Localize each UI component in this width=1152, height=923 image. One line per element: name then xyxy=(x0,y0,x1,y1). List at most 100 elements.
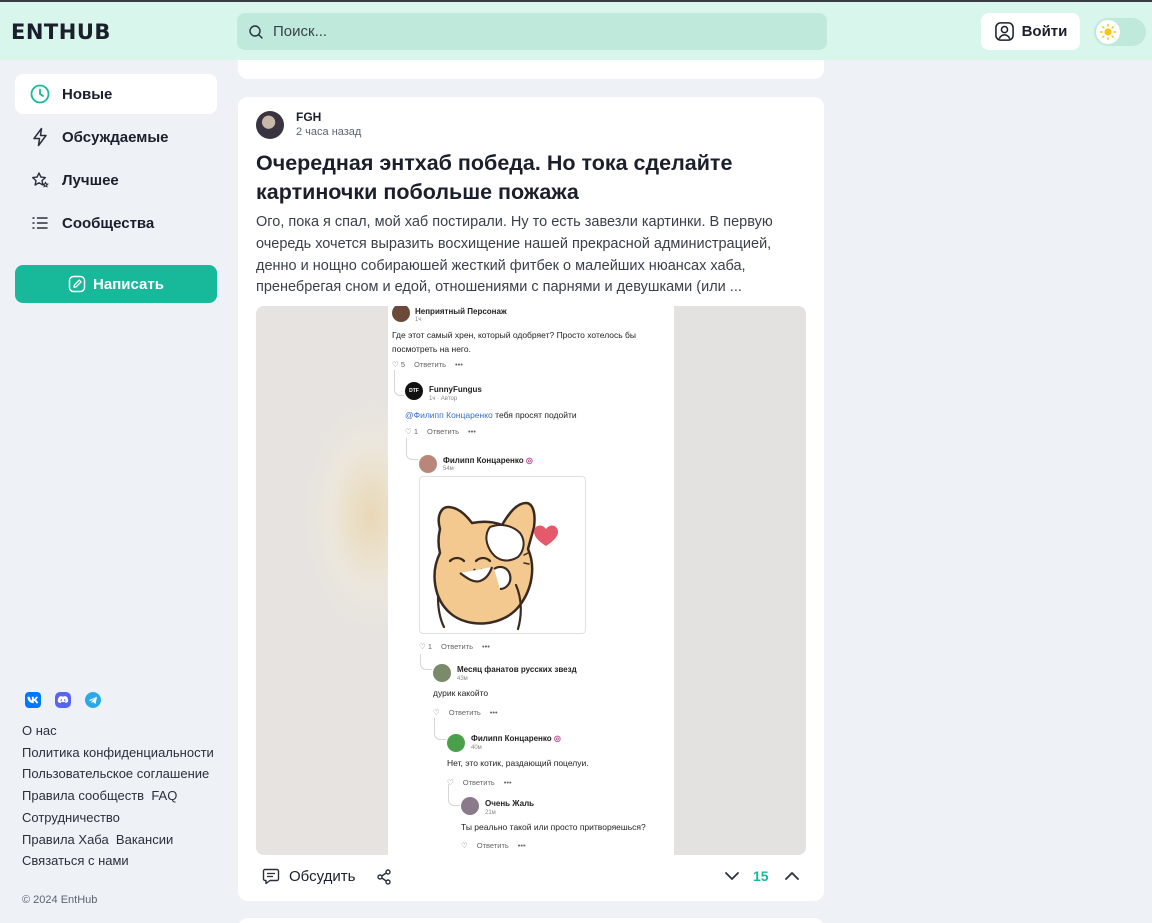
reply-link: Ответить xyxy=(462,778,495,787)
comments-screenshot: Неприятный Персонаж 1ч Где этот самый хр… xyxy=(388,306,674,855)
more-icon: ••• xyxy=(468,427,476,436)
screenshot-comment: Неприятный Персонаж 1ч Где этот самый хр… xyxy=(388,306,674,376)
vk-icon[interactable] xyxy=(25,692,41,708)
heart-icon: ♡ 1 xyxy=(419,642,432,651)
sidebar-item-discussed[interactable]: Обсуждаемые xyxy=(15,117,217,157)
more-icon: ••• xyxy=(482,642,490,651)
comment-text: @Филипп Концаренко тебя просят подойти xyxy=(405,410,577,420)
screenshot-comment: Очень Жаль 21м Ты реально такой или прос… xyxy=(460,794,674,855)
thread-line xyxy=(448,784,460,806)
write-post-button[interactable]: Написать xyxy=(15,265,217,303)
comment-actions: ♡ 1 Ответить ••• xyxy=(418,642,638,658)
sidebar-item-label: Обсуждаемые xyxy=(62,128,169,146)
commenter-avatar: DTF xyxy=(405,382,423,400)
more-icon: ••• xyxy=(455,360,463,369)
comment-time: 54м xyxy=(443,466,454,472)
sidebar-item-label: Новые xyxy=(62,85,113,103)
heart-icon: ♡ xyxy=(461,841,468,850)
post-card: FGH 2 часа назад Очередная энтхаб победа… xyxy=(238,97,824,901)
theme-toggle[interactable] xyxy=(1094,18,1146,46)
comment-text: Ты реально такой или просто притворяешьс… xyxy=(461,822,646,832)
post-time: 2 часа назад xyxy=(296,126,362,138)
discord-icon[interactable] xyxy=(55,692,71,708)
comment-actions: ♡ 5 Ответить ••• xyxy=(392,360,463,369)
post-author[interactable]: FGH xyxy=(296,110,321,124)
commenter-avatar xyxy=(419,455,437,473)
share-icon[interactable] xyxy=(375,868,393,886)
lightning-icon xyxy=(33,127,47,147)
footer-links: О нас Политика конфиденциальности Пользо… xyxy=(22,720,222,872)
footer-link-hub-rules[interactable]: Правила Хаба xyxy=(22,832,109,847)
previous-post-card xyxy=(238,60,824,79)
comment-actions: ♡ Ответить ••• xyxy=(433,708,498,717)
screenshot-comment: Месяц фанатов русских звезд 43м дурик ка… xyxy=(432,662,674,722)
logo[interactable]: ENTHUB xyxy=(11,20,111,44)
rating-count: 15 xyxy=(753,868,769,884)
reply-link: Ответить xyxy=(448,708,481,717)
post-title[interactable]: Очередная энтхаб победа. Но тока сделайт… xyxy=(256,149,806,207)
comment-icon xyxy=(262,868,280,885)
screenshot-comment: Филипп Концаренко ◎ 40м Нет, это котик, … xyxy=(446,728,674,790)
search-input[interactable] xyxy=(273,23,793,40)
discuss-button[interactable]: Обсудить xyxy=(262,867,355,885)
comment-time: 1ч xyxy=(415,317,422,323)
footer-link-contact[interactable]: Связаться с нами xyxy=(22,853,129,868)
theme-knob xyxy=(1096,20,1120,44)
image-blur-background xyxy=(256,306,388,855)
list-icon xyxy=(32,217,48,229)
commenter-avatar xyxy=(433,664,451,682)
next-post-card xyxy=(238,918,824,923)
thread-line xyxy=(394,370,404,396)
downvote-icon[interactable] xyxy=(723,867,741,885)
footer-link-terms[interactable]: Пользовательское соглашение xyxy=(22,766,209,781)
reply-link: Ответить xyxy=(476,841,509,850)
footer-link-faq[interactable]: FAQ xyxy=(151,788,177,803)
reply-link: Ответить xyxy=(413,360,447,369)
commenter-name: Филипп Концаренко ◎ xyxy=(471,734,561,743)
comment-time: 21м xyxy=(485,810,496,816)
footer-link-cooperation[interactable]: Сотрудничество xyxy=(22,810,120,825)
footer-link-vacancies[interactable]: Вакансии xyxy=(116,832,173,847)
social-links xyxy=(25,692,101,708)
heart-icon: ♡ 1 xyxy=(405,427,418,436)
heart-icon: ♡ 5 xyxy=(392,360,405,369)
comment-time: 40м xyxy=(471,745,482,751)
comment-text: Нет, это котик, раздающий поцелуи. xyxy=(447,758,589,768)
commenter-name: Очень Жаль xyxy=(485,799,535,808)
sidebar-item-label: Сообщества xyxy=(62,214,155,232)
sidebar-item-communities[interactable]: Сообщества xyxy=(15,203,217,243)
more-icon: ••• xyxy=(489,708,498,717)
login-button[interactable]: Войти xyxy=(981,13,1080,50)
footer-link-privacy[interactable]: Политика конфиденциальности xyxy=(22,745,214,760)
footer-link-about[interactable]: О нас xyxy=(22,723,57,738)
comment-actions: ♡ Ответить ••• xyxy=(461,841,526,850)
commenter-name: Месяц фанатов русских звезд xyxy=(457,665,577,674)
sun-icon xyxy=(1099,23,1117,41)
author-avatar[interactable] xyxy=(256,111,284,139)
search-bar[interactable] xyxy=(237,13,827,50)
sidebar-item-best[interactable]: Лучшее xyxy=(15,160,217,200)
user-icon xyxy=(994,22,1014,41)
thread-line xyxy=(434,718,446,740)
post-excerpt[interactable]: Ого, пока я спал, мой хаб постирали. Ну … xyxy=(256,212,812,299)
reply-link: Ответить xyxy=(426,427,460,436)
sidebar-nav: Новые Обсуждаемые Лучшее Сообщества xyxy=(15,74,217,246)
comment-text: дурик какойто xyxy=(433,688,489,698)
stars-icon xyxy=(32,172,49,188)
top-bar: ENTHUB Войти xyxy=(0,0,1152,60)
comment-actions: ♡ 1 Ответить ••• xyxy=(405,427,476,436)
footer-link-community-rules[interactable]: Правила сообществ xyxy=(22,788,144,803)
login-label: Войти xyxy=(1021,23,1068,40)
upvote-icon[interactable] xyxy=(783,867,801,885)
write-label: Написать xyxy=(93,275,164,293)
edit-icon xyxy=(68,275,86,293)
more-icon: ••• xyxy=(503,778,512,787)
discuss-label: Обсудить xyxy=(289,867,356,885)
comment-actions-row: ♡ 1 Ответить ••• xyxy=(419,642,490,651)
sidebar-item-new[interactable]: Новые xyxy=(15,74,217,114)
post-image[interactable]: Неприятный Персонаж 1ч Где этот самый хр… xyxy=(256,306,806,855)
commenter-avatar xyxy=(447,734,465,752)
telegram-icon[interactable] xyxy=(85,692,101,708)
comment-text: Где этот самый хрен, который одобряет? П… xyxy=(392,330,637,354)
comment-time: 1ч · Автор xyxy=(429,396,458,402)
